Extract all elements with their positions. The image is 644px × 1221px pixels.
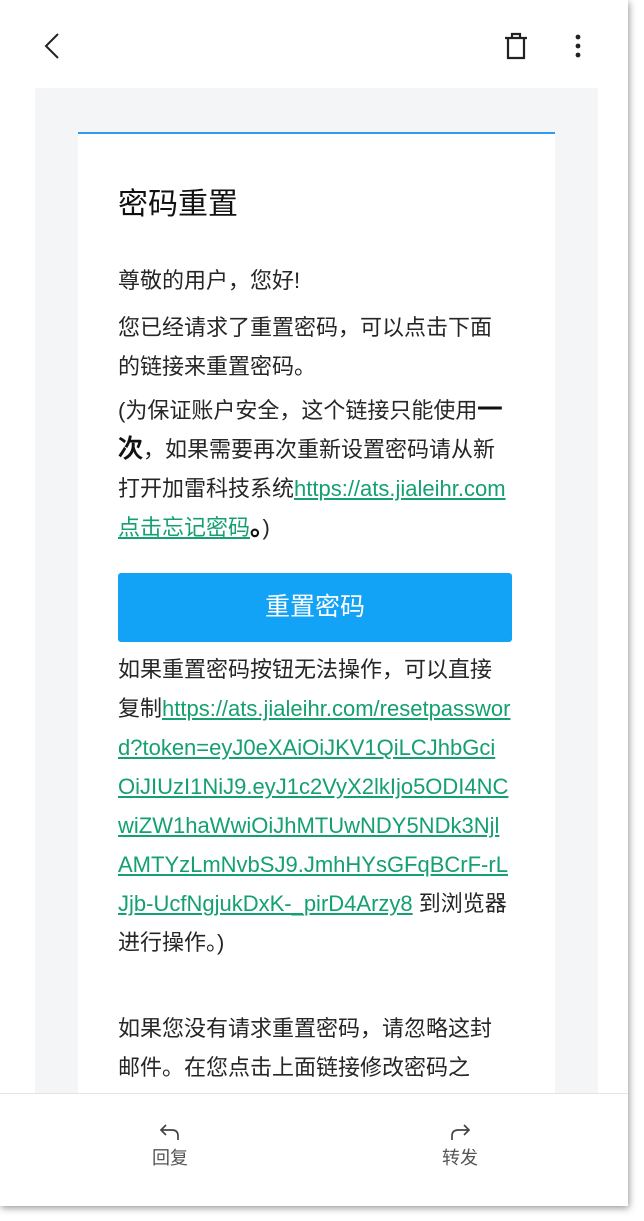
more-options-button[interactable] xyxy=(564,24,592,68)
trash-icon xyxy=(505,32,527,60)
reply-icon xyxy=(159,1124,179,1140)
delete-button[interactable] xyxy=(498,27,534,65)
top-toolbar xyxy=(0,0,628,88)
notice-period: 。 xyxy=(250,513,263,541)
forward-icon xyxy=(451,1124,471,1140)
notice-text: (为保证账户安全，这个链接只能使用 xyxy=(118,398,478,423)
more-vertical-icon xyxy=(575,34,581,58)
ignore-notice-text: 如果您没有请求重置密码，请忽略这封邮件。在您点击上面链接修改密码之 xyxy=(118,1016,493,1080)
forward-button[interactable]: 转发 xyxy=(420,1122,500,1170)
bottom-action-bar: 回复 转发 xyxy=(0,1093,628,1206)
back-button[interactable] xyxy=(34,24,70,68)
reply-button[interactable]: 回复 xyxy=(130,1122,210,1170)
reset-password-url-link[interactable]: https://ats.jialeihr.com/resetpassword?t… xyxy=(118,696,511,916)
intro-text: 您已经请求了重置密码，可以点击下面的链接来重置密码。 xyxy=(118,315,493,379)
greeting-text: 尊敬的用户，您好! xyxy=(118,268,301,293)
reply-label: 回复 xyxy=(152,1148,188,1168)
chevron-left-icon xyxy=(44,33,59,59)
email-card: 密码重置 尊敬的用户，您好! 您已经请求了重置密码，可以点击下面的链接来重置密码… xyxy=(78,132,555,1093)
reset-password-button[interactable]: 重置密码 xyxy=(118,573,512,642)
security-notice: (为保证账户安全，这个链接只能使用一次，如果需要再次重新设置密码请从新打开加雷科… xyxy=(118,391,512,547)
email-title: 密码重置 xyxy=(118,188,238,221)
forward-label: 转发 xyxy=(442,1148,478,1168)
fallback-instructions: 如果重置密码按钮无法操作，可以直接复制https://ats.jialeihr.… xyxy=(118,650,512,962)
email-body-area[interactable]: 密码重置 尊敬的用户，您好! 您已经请求了重置密码，可以点击下面的链接来重置密码… xyxy=(35,88,598,1093)
email-detail-screen: 密码重置 尊敬的用户，您好! 您已经请求了重置密码，可以点击下面的链接来重置密码… xyxy=(0,0,628,1206)
notice-close: ) xyxy=(262,515,270,540)
